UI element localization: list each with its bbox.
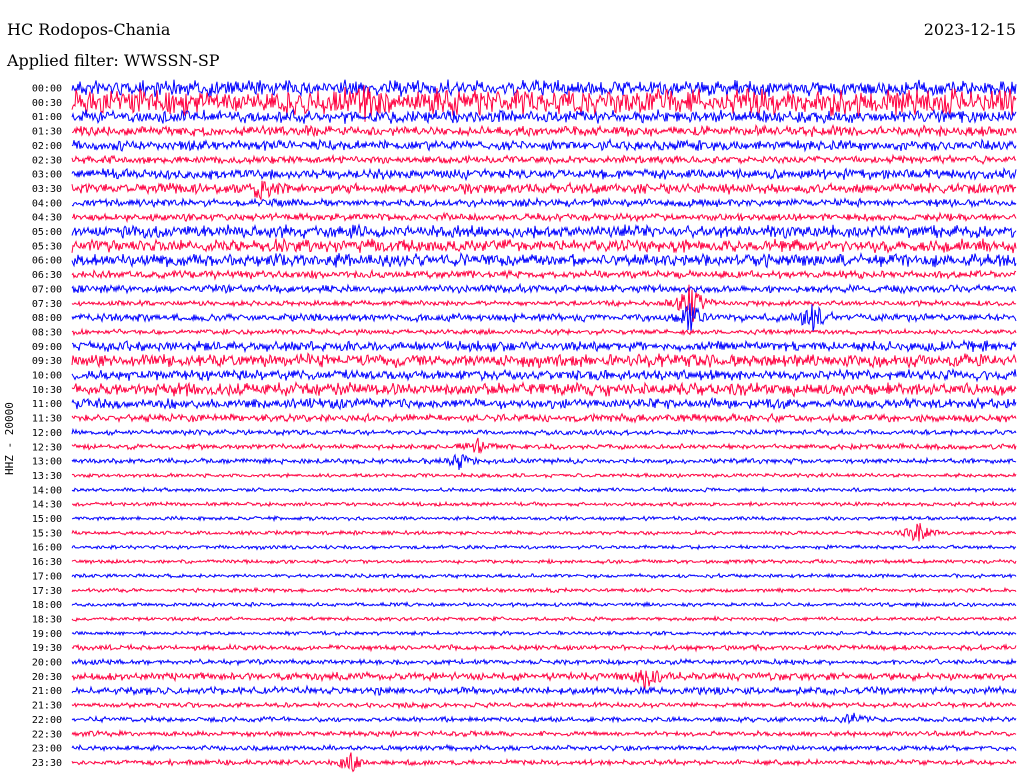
time-label: 16:30 [32, 557, 62, 568]
trace-line [71, 600, 1017, 609]
time-label: 04:00 [32, 198, 62, 209]
seismogram-plot: 00:00 00:30 01:00 01:30 02:00 02:30 03:00 03:30… [32, 79, 1017, 773]
trace-line [71, 180, 1017, 202]
time-label: 02:00 [32, 141, 62, 152]
trace-line [71, 453, 1017, 470]
time-label: 03:00 [32, 170, 62, 181]
trace-line [71, 196, 1017, 209]
trace-line [71, 523, 1016, 542]
trace-line [71, 752, 1017, 773]
time-label: 21:00 [32, 686, 62, 697]
trace-line [71, 684, 1017, 697]
trace-line [72, 211, 1017, 224]
time-label: 08:00 [32, 313, 62, 324]
time-label: 17:00 [32, 571, 62, 582]
trace-line [71, 327, 1017, 337]
time-label: 22:30 [32, 729, 62, 740]
time-label: 18:30 [32, 614, 62, 625]
trace-line [71, 669, 1017, 689]
time-label: 08:30 [32, 327, 62, 338]
trace-line [71, 367, 1017, 383]
trace-line [71, 137, 1017, 153]
trace-line [71, 396, 1017, 411]
trace-line [71, 712, 1017, 725]
time-label: 07:00 [32, 284, 62, 295]
trace-line [71, 485, 1017, 493]
time-label: 16:00 [32, 543, 62, 554]
trace-line [71, 629, 1017, 637]
trace-line [71, 437, 1017, 455]
time-label: 07:30 [32, 299, 62, 310]
time-label: 12:30 [32, 442, 62, 453]
trace-line [71, 471, 1017, 479]
time-label: 13:00 [32, 457, 62, 468]
trace-line [71, 282, 1017, 295]
time-label: 15:30 [32, 528, 62, 539]
trace-line [72, 338, 1017, 354]
trace-line [71, 251, 1017, 269]
time-label: 20:00 [32, 658, 62, 669]
trace-line [71, 743, 1017, 753]
time-label: 10:00 [32, 371, 62, 382]
trace-line [71, 657, 1017, 667]
time-label: 06:30 [32, 270, 62, 281]
trace-line [71, 500, 1017, 508]
time-label: 03:30 [32, 184, 62, 195]
time-label: 20:30 [32, 672, 62, 683]
time-label: 04:30 [32, 213, 62, 224]
time-label: 17:30 [32, 586, 62, 597]
trace-line [71, 303, 1017, 333]
time-label: 15:00 [32, 514, 62, 525]
time-label: 13:30 [32, 471, 62, 482]
trace-line [71, 586, 1017, 594]
trace-line [71, 729, 1017, 739]
trace-line [71, 543, 1017, 551]
trace-line [72, 123, 1017, 138]
time-label: 11:00 [32, 399, 62, 410]
time-label: 01:00 [32, 112, 62, 123]
trace-line [71, 223, 1017, 240]
trace-line [71, 642, 1017, 653]
trace-line [71, 108, 1017, 125]
trace-line [71, 700, 1017, 710]
time-label: 11:30 [32, 414, 62, 425]
time-label: 00:00 [32, 84, 62, 95]
trace-line [71, 268, 1017, 281]
trace-line [71, 380, 1017, 398]
time-label: 09:00 [32, 342, 62, 353]
time-label: 23:30 [32, 758, 62, 769]
time-label: 19:30 [32, 643, 62, 654]
trace-line [71, 166, 1017, 182]
time-label: 22:00 [32, 715, 62, 726]
time-label: 14:30 [32, 500, 62, 511]
time-label: 09:30 [32, 356, 62, 367]
trace-line [71, 557, 1017, 566]
trace-line [71, 615, 1017, 623]
time-label: 02:30 [32, 155, 62, 166]
time-label: 01:30 [32, 127, 62, 138]
time-label: 19:00 [32, 629, 62, 640]
trace-line [71, 572, 1017, 580]
time-label: 06:00 [32, 256, 62, 267]
time-label: 10:30 [32, 385, 62, 396]
time-label: 14:00 [32, 485, 62, 496]
time-label: 12:00 [32, 428, 62, 439]
trace-line [71, 153, 1017, 166]
trace-line [71, 352, 1017, 369]
time-label: 05:30 [32, 241, 62, 252]
trace-line [71, 79, 1017, 98]
trace-line [71, 514, 1017, 523]
time-label: 18:00 [32, 600, 62, 611]
trace-line [71, 237, 1017, 254]
time-label: 23:00 [32, 744, 62, 755]
trace-line [71, 412, 1017, 424]
trace-line [71, 427, 1017, 437]
time-label: 21:30 [32, 701, 62, 712]
time-label: 00:30 [32, 98, 62, 109]
time-label: 05:00 [32, 227, 62, 238]
